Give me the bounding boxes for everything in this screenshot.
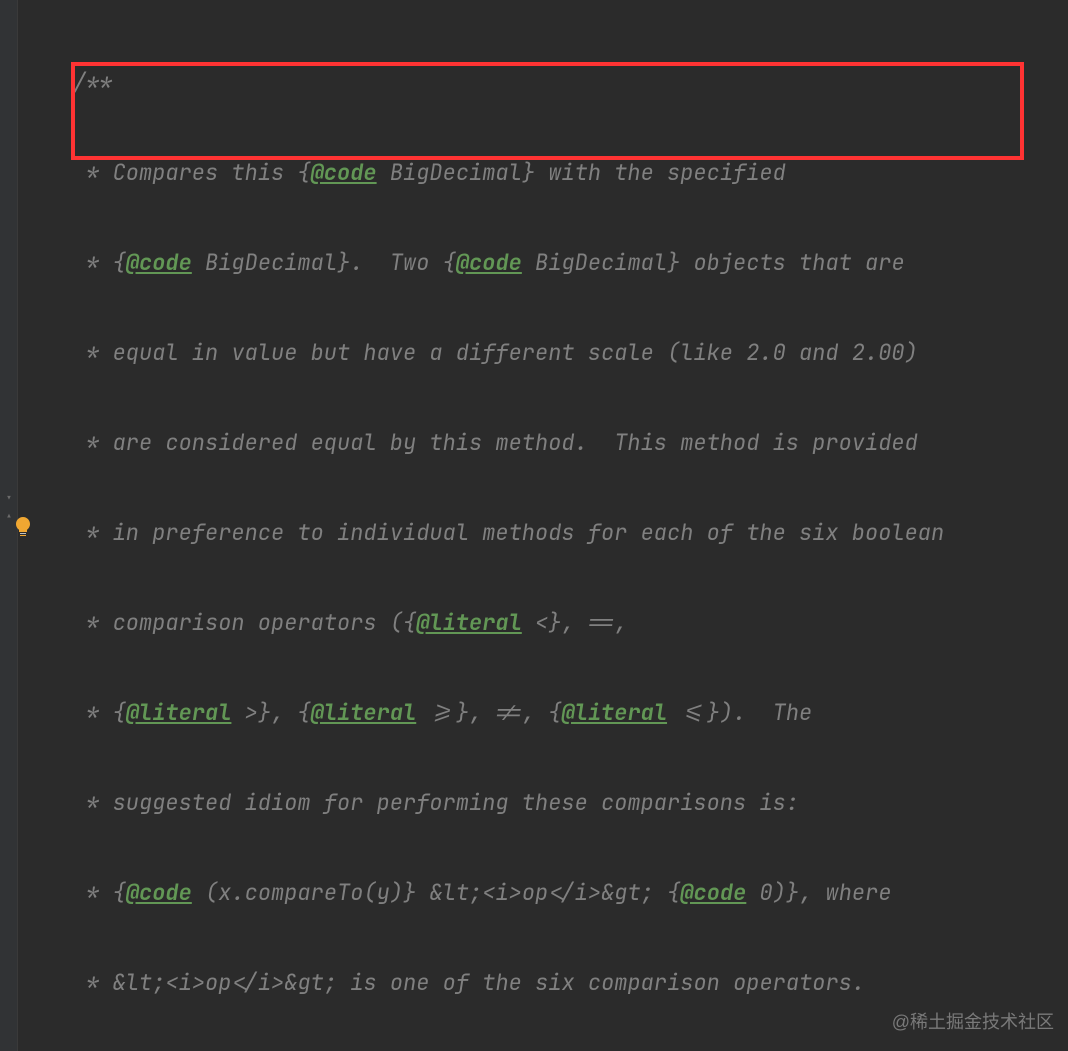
- javadoc-code-tag: @code: [126, 248, 192, 277]
- javadoc-line: *: [73, 968, 113, 997]
- javadoc-line: * are considered equal by this method. T…: [73, 428, 918, 457]
- watermark-text: @稀土掘金技术社区: [892, 1007, 1054, 1037]
- javadoc-line: * suggested idiom for performing these c…: [73, 788, 799, 817]
- editor-gutter: ▾ ▴: [0, 0, 18, 1051]
- javadoc-line: * {: [73, 248, 126, 277]
- javadoc-line: * {: [73, 878, 126, 907]
- javadoc-literal-tag: @literal: [416, 608, 522, 637]
- fold-handle-up-icon[interactable]: ▾: [2, 492, 16, 506]
- javadoc-code-tag: @code: [311, 158, 377, 187]
- javadoc-line: * in preference to individual methods fo…: [73, 518, 944, 547]
- javadoc-line: /**: [73, 68, 113, 97]
- code-area[interactable]: /** * Compares this {@code BigDecimal} w…: [18, 8, 1041, 1051]
- javadoc-line: * equal in value but have a different sc…: [73, 338, 918, 367]
- javadoc-line: * {: [73, 698, 126, 727]
- code-editor[interactable]: ▾ ▴ /** * Compares this {@code BigDecima…: [0, 0, 1068, 1051]
- javadoc-line: * comparison operators ({: [73, 608, 416, 637]
- javadoc-line: * Compares this {: [73, 158, 311, 187]
